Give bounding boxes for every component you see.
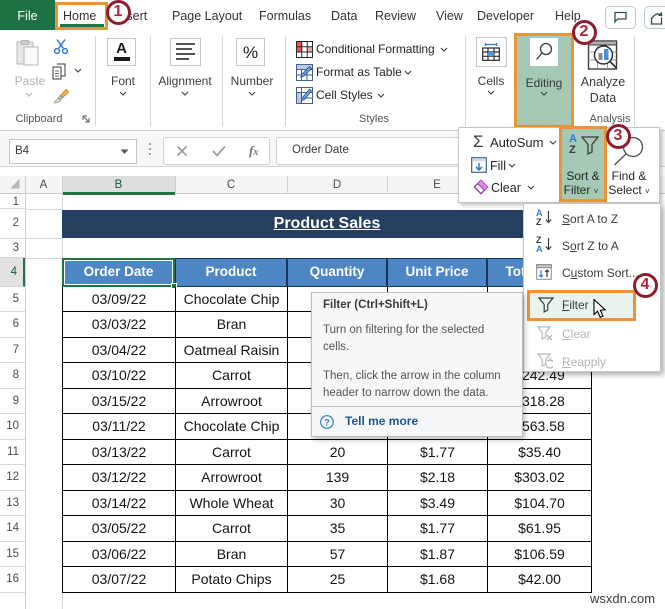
svg-text:?: ? bbox=[324, 417, 330, 427]
